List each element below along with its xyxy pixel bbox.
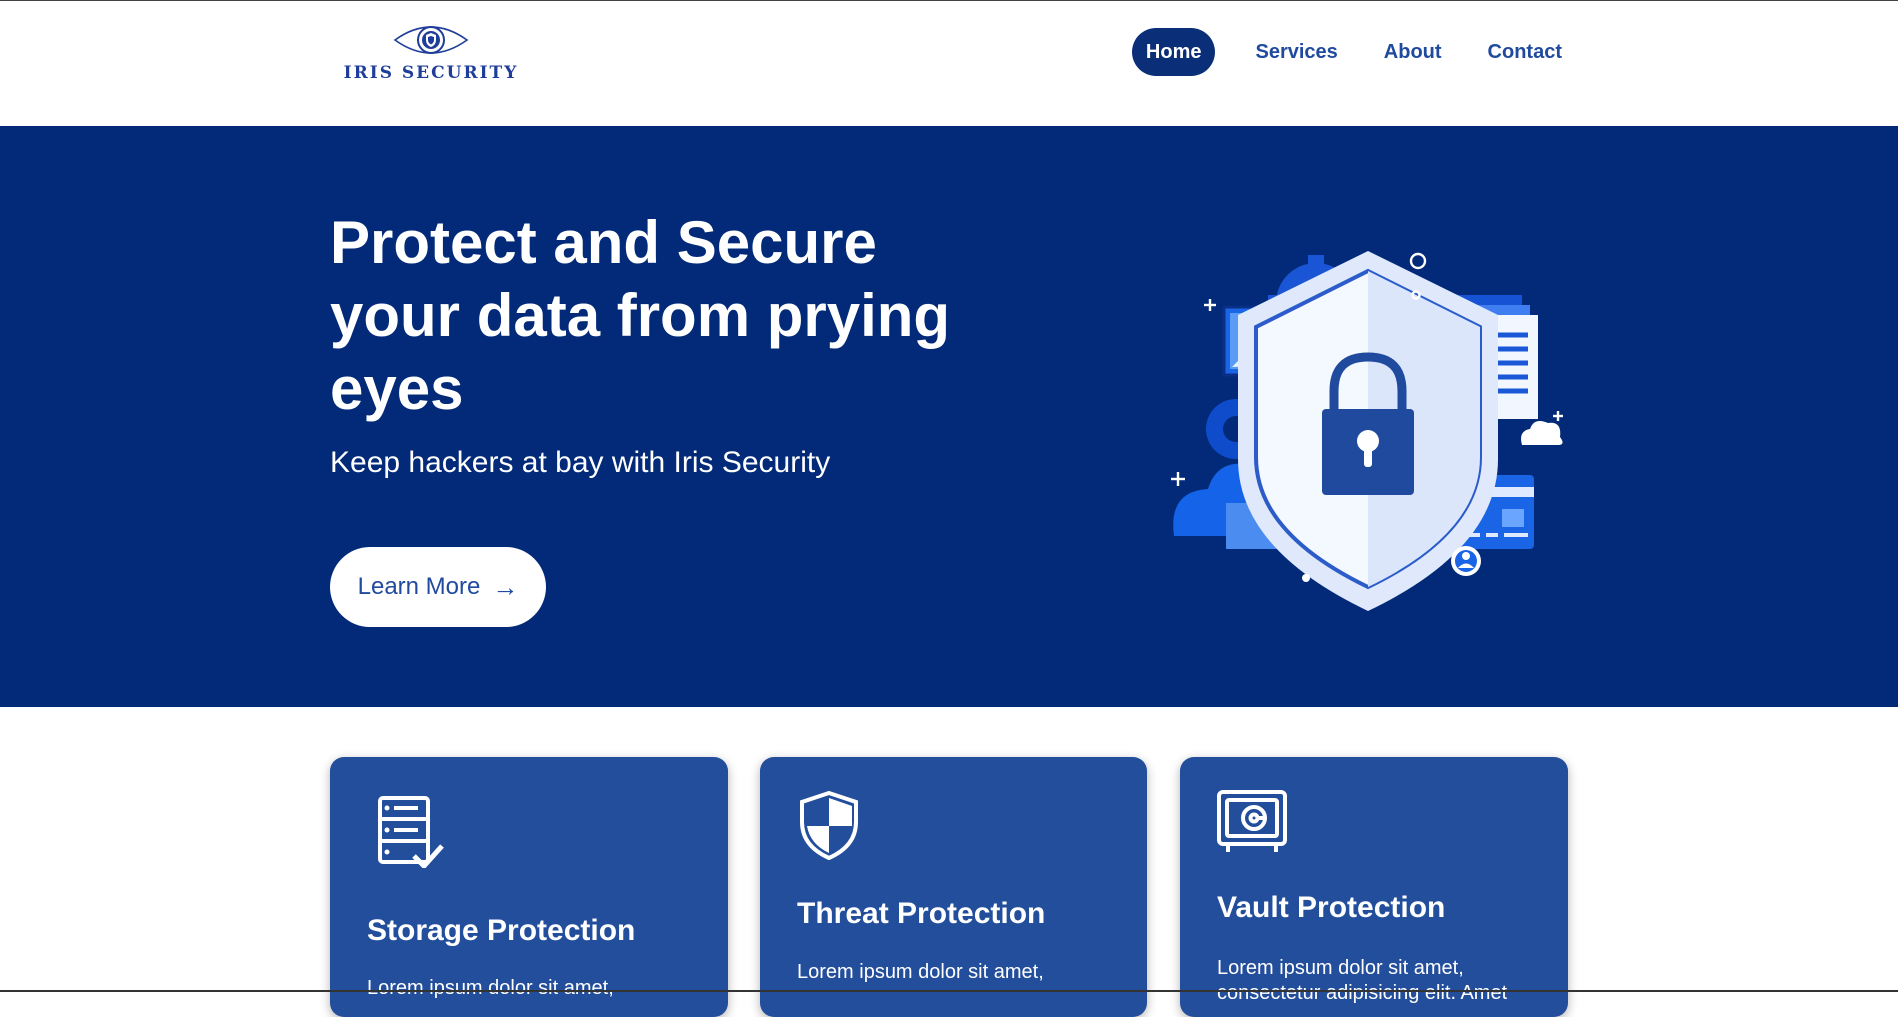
nav-about[interactable]: About xyxy=(1378,28,1448,76)
card-text: Lorem ipsum dolor sit amet, consectetur … xyxy=(1217,957,1508,1004)
hero-subtitle: Keep hackers at bay with Iris Security xyxy=(330,446,831,479)
feature-card-threat[interactable]: Threat Protection Lorem ipsum dolor sit … xyxy=(760,757,1147,1017)
learn-more-label: Learn More xyxy=(357,573,481,600)
logo-wordmark: IRIS SECURITY xyxy=(343,63,519,83)
feature-card-vault[interactable]: Vault Protection Lorem ipsum dolor sit a… xyxy=(1180,757,1568,1017)
nav-home[interactable]: Home xyxy=(1131,28,1216,76)
main-nav: Home Services About Contact xyxy=(1131,28,1568,76)
server-check-icon xyxy=(378,796,444,868)
card-text: Lorem ipsum dolor sit amet, xyxy=(797,961,1044,983)
nav-contact[interactable]: Contact xyxy=(1482,28,1568,76)
vault-icon xyxy=(1217,790,1287,852)
card-title: Storage Protection xyxy=(367,914,636,947)
card-title: Vault Protection xyxy=(1217,891,1446,924)
hero-section: Protect and Secure your data from prying… xyxy=(0,126,1898,707)
hero-title: Protect and Secure your data from prying… xyxy=(330,209,951,422)
shield-icon xyxy=(800,790,858,860)
shield-lock-illustration xyxy=(1171,251,1563,611)
nav-services[interactable]: Services xyxy=(1249,28,1343,76)
feature-card-storage[interactable]: Storage Protection Lorem ipsum dolor sit… xyxy=(330,757,728,1017)
arrow-right-icon: → xyxy=(492,572,519,602)
card-text: Lorem ipsum dolor sit amet, xyxy=(367,977,614,999)
site-header: IRIS SECURITY Home Services About Contac… xyxy=(0,1,1898,125)
brand-logo[interactable]: IRIS SECURITY xyxy=(330,20,532,84)
eye-logo-icon xyxy=(393,26,469,54)
learn-more-button[interactable]: Learn More → xyxy=(330,547,546,627)
card-title: Threat Protection xyxy=(797,897,1046,930)
